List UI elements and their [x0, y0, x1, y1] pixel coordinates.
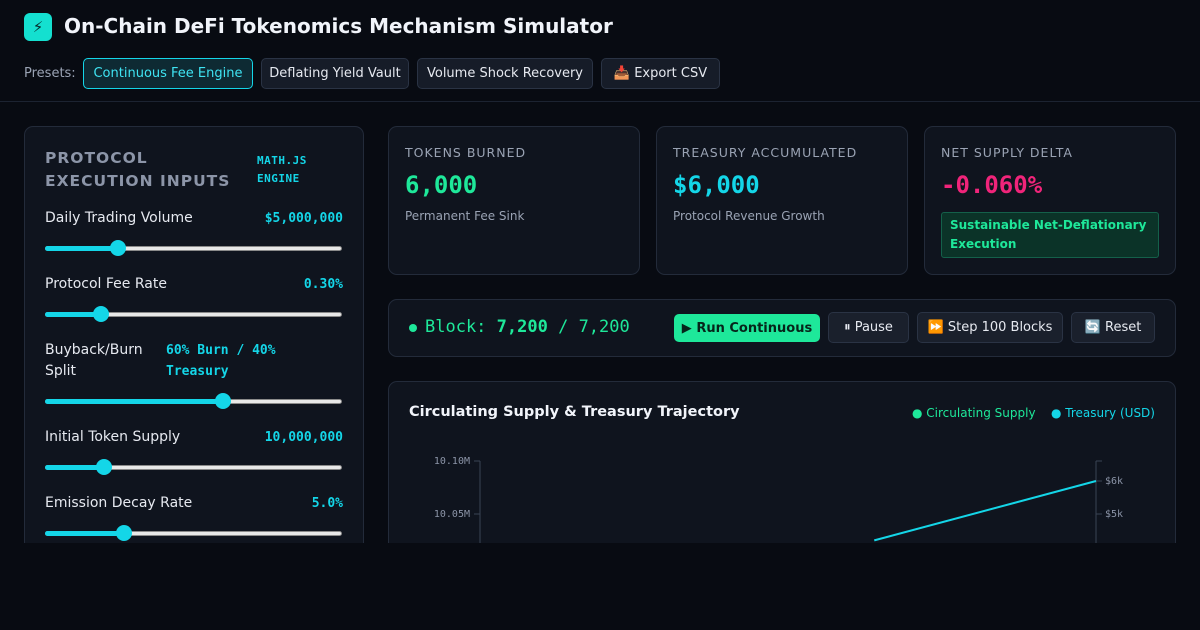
engine-tag-line2: ENGINE	[257, 172, 300, 185]
treasury-sub: Protocol Revenue Growth	[673, 209, 825, 223]
slider-thumb[interactable]	[115, 525, 132, 541]
app-header: ⚡ On-Chain DeFi Tokenomics Mechanism Sim…	[0, 0, 1200, 102]
main-content: PROTOCOL EXECUTION INPUTS MATH.JS ENGINE…	[0, 102, 1200, 543]
volume-label: Daily Trading Volume	[45, 210, 193, 226]
fee-rate-slider[interactable]	[45, 306, 342, 322]
slider-fill	[45, 246, 118, 251]
inputs-panel-title: PROTOCOL EXECUTION INPUTS	[45, 149, 231, 190]
left-axis-tick-label: 10.10M	[434, 456, 470, 467]
tokens-burned-label: TOKENS BURNED	[405, 145, 527, 160]
net-supply-delta-card: NET SUPPLY DELTA -0.060% Sustainable Net…	[924, 126, 1176, 275]
pause-button[interactable]: ⏸ Pause	[828, 312, 909, 343]
block-prefix: Block:	[425, 317, 497, 337]
burn-split-label: Buyback/Burn Split	[45, 340, 143, 382]
engine-tag-line1: MATH.JS	[257, 154, 307, 167]
burn-split-value: 60% Burn / 40% Treasury	[166, 340, 276, 382]
emission-decay-label: Emission Decay Rate	[45, 495, 193, 511]
emission-decay-value: 5.0%	[311, 496, 343, 511]
preset-volume-shock-recovery[interactable]: Volume Shock Recovery	[417, 58, 593, 89]
treasury-series-line	[873, 480, 1097, 542]
slider-thumb[interactable]	[109, 240, 126, 256]
run-continuous-button[interactable]: ▶ Run Continuous	[674, 314, 820, 342]
slider-thumb[interactable]	[96, 459, 113, 475]
trajectory-chart-card: Circulating Supply & Treasury Trajectory…	[388, 381, 1176, 543]
block-current: 7,200	[496, 317, 548, 337]
initial-supply-value: 10,000,000	[264, 430, 343, 445]
export-csv-button[interactable]: 📥 Export CSV	[601, 58, 720, 89]
block-controls: Block: 7,200 / 7,200 ▶ Run Continuous ⏸ …	[388, 299, 1176, 357]
right-axis-tick-label: $6k	[1105, 476, 1123, 487]
status-badge-line1: Sustainable Net-Deflationary	[950, 218, 1147, 232]
block-counter: Block: 7,200 / 7,200	[425, 317, 630, 337]
step-100-blocks-button[interactable]: ⏩ Step 100 Blocks	[917, 312, 1063, 343]
page-bottom	[0, 543, 1200, 630]
burn-split-value-line2: Treasury	[166, 364, 229, 379]
right-axis-tick-label: $5k	[1105, 509, 1123, 520]
treasury-value: $6,000	[673, 171, 760, 199]
burn-split-value-line1: 60% Burn / 40%	[166, 343, 276, 358]
status-badge-line2: Execution	[950, 237, 1017, 251]
tokens-burned-value: 6,000	[405, 171, 478, 199]
slider-fill	[45, 531, 124, 536]
treasury-card: TREASURY ACCUMULATED $6,000 Protocol Rev…	[656, 126, 908, 275]
slider-thumb[interactable]	[215, 393, 232, 409]
burn-split-slider[interactable]	[45, 393, 342, 409]
burn-split-label-line2: Split	[45, 363, 77, 379]
emission-decay-slider[interactable]	[45, 525, 342, 541]
slider-thumb[interactable]	[93, 306, 110, 322]
status-badge: Sustainable Net-Deflationary Execution	[941, 212, 1159, 258]
fee-rate-value: 0.30%	[303, 277, 343, 292]
lightning-icon: ⚡	[24, 13, 52, 41]
preset-continuous-fee-engine[interactable]: Continuous Fee Engine	[83, 58, 253, 89]
trajectory-chart: 10.10M 10.05M $6k $5k	[434, 456, 1123, 543]
initial-supply-slider[interactable]	[45, 459, 342, 475]
volume-value: $5,000,000	[264, 211, 343, 226]
status-dot-icon	[409, 324, 417, 332]
preset-deflating-yield-vault[interactable]: Deflating Yield Vault	[261, 58, 409, 89]
block-separator: /	[547, 317, 579, 337]
burn-split-label-line1: Buyback/Burn	[45, 342, 143, 358]
tokens-burned-sub: Permanent Fee Sink	[405, 209, 525, 223]
app-title: On-Chain DeFi Tokenomics Mechanism Simul…	[64, 14, 613, 38]
presets-label: Presets:	[24, 66, 76, 81]
tokens-burned-card: TOKENS BURNED 6,000 Permanent Fee Sink	[388, 126, 640, 275]
block-total: 7,200	[578, 317, 630, 337]
volume-slider[interactable]	[45, 240, 342, 256]
reset-button[interactable]: 🔄 Reset	[1071, 312, 1155, 343]
engine-tag: MATH.JS ENGINE	[257, 152, 307, 188]
inputs-panel: PROTOCOL EXECUTION INPUTS MATH.JS ENGINE…	[24, 126, 364, 543]
left-axis-tick-label: 10.05M	[434, 509, 470, 520]
slider-fill	[45, 399, 224, 404]
net-supply-delta-label: NET SUPPLY DELTA	[941, 145, 1073, 160]
treasury-label: TREASURY ACCUMULATED	[673, 145, 858, 160]
initial-supply-label: Initial Token Supply	[45, 429, 181, 445]
net-supply-delta-value: -0.060%	[941, 171, 1043, 199]
fee-rate-label: Protocol Fee Rate	[45, 276, 167, 292]
